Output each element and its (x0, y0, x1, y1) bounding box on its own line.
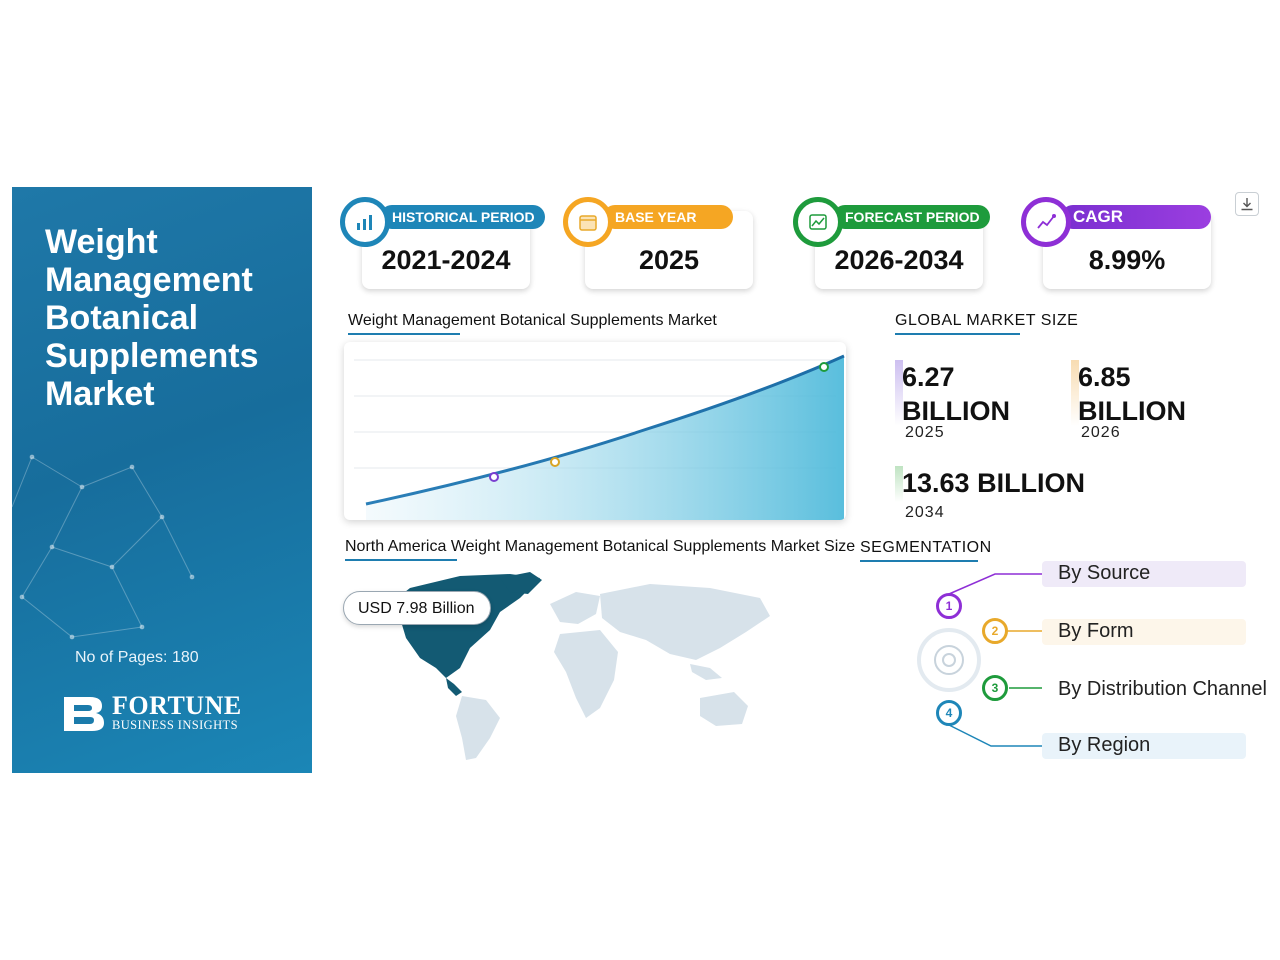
segment-number-2: 2 (982, 618, 1008, 644)
segment-number-4: 4 (936, 700, 962, 726)
network-decoration (12, 454, 195, 640)
market-size-year: 2025 (905, 424, 945, 441)
market-size-year: 2026 (1081, 424, 1121, 441)
stat-label: CAGR (1061, 205, 1211, 229)
segment-number-1: 1 (936, 593, 962, 619)
stat-value: 2021-2024 (381, 245, 511, 275)
stat-label: BASE YEAR (603, 205, 733, 229)
south-america-region (456, 696, 500, 760)
chart-area (366, 356, 844, 520)
bar-chart-icon (357, 215, 372, 230)
market-size-title: GLOBAL MARKET SIZE (895, 312, 1078, 335)
report-title: Weight Management Botanical Supplements … (45, 223, 259, 413)
stat-value: 8.99% (1088, 245, 1166, 275)
segmentation-title: SEGMENTATION (860, 539, 992, 562)
report-cover-panel: Weight Management Botanical Supplements … (12, 187, 312, 773)
logo-subtitle: BUSINESS INSIGHTS (112, 717, 238, 732)
market-size-2025: 6.27 BILLION 2025 (895, 356, 1055, 448)
growth-chart (344, 342, 846, 520)
market-size-2034: 13.63 BILLION 2034 (895, 462, 1155, 526)
segment-by-region: By Region (1042, 733, 1246, 759)
fortune-logo: FORTUNE BUSINESS INSIGHTS (60, 690, 242, 733)
download-icon (1241, 198, 1253, 211)
stat-value: 2025 (638, 245, 700, 275)
segment-by-form: By Form (1042, 619, 1246, 645)
chart-point-yellow (550, 457, 560, 467)
stat-label: HISTORICAL PERIOD (380, 205, 545, 229)
africa-region (554, 630, 618, 718)
market-size-value: 6.27 BILLION (902, 362, 1010, 426)
chart-title: Weight Management Botanical Supplements … (348, 312, 717, 335)
segment-number-3: 3 (982, 675, 1008, 701)
stat-value: 2026-2034 (834, 245, 964, 275)
europe-region (550, 592, 600, 624)
segmentation-connectors (917, 573, 1045, 747)
market-size-year: 2034 (905, 504, 945, 521)
stat-label: FORECAST PERIOD (833, 205, 990, 229)
chart-point-green (819, 362, 829, 372)
download-button[interactable] (1235, 192, 1259, 216)
australia-region (700, 692, 748, 726)
chart-point-purple (489, 472, 499, 482)
page-count: No of Pages: 180 (75, 649, 199, 666)
forecast-chart-icon (809, 214, 827, 230)
market-size-value: 6.85 BILLION (1078, 362, 1186, 426)
calendar-icon (579, 215, 597, 231)
fortune-logo-icon (64, 697, 104, 731)
infographic: Weight Management Botanical Supplements … (0, 0, 1280, 960)
logo-name: FORTUNE (112, 690, 242, 720)
growth-chart-svg (354, 354, 845, 520)
segment-by-distribution-channel: By Distribution Channel (1042, 677, 1272, 703)
growth-chart-icon (1037, 214, 1056, 229)
map-title: North America Weight Management Botanica… (345, 538, 855, 561)
segment-by-source: By Source (1042, 561, 1246, 587)
usd-badge: USD 7.98 Billion (343, 591, 491, 625)
market-size-2026: 6.85 BILLION 2026 (1071, 356, 1231, 448)
asia-region (600, 584, 770, 660)
market-size-value: 13.63 BILLION (902, 468, 1086, 498)
